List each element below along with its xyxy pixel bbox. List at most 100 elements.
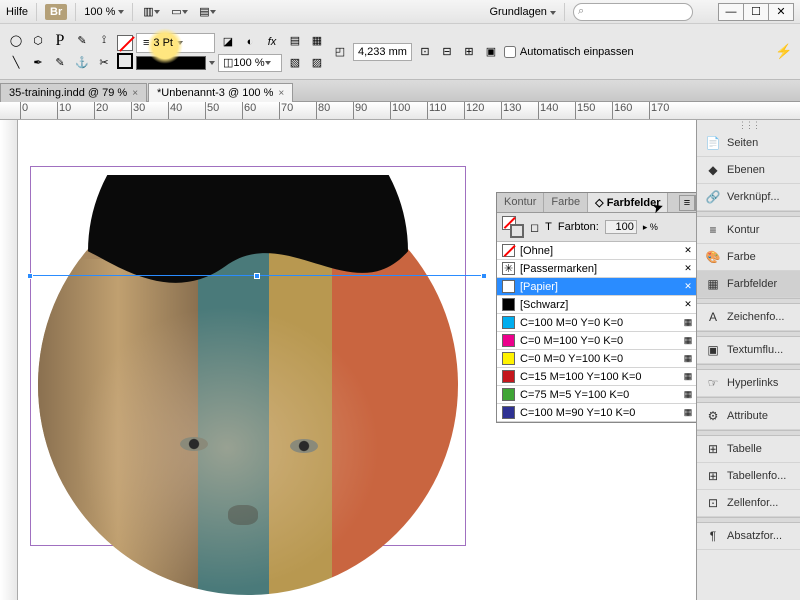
auto-fit-checkbox[interactable]: Automatisch einpassen [504, 46, 634, 58]
corner-options-icon[interactable]: ◰ [330, 42, 350, 62]
document-tab[interactable]: 35-training.indd @ 79 %× [0, 83, 147, 102]
lock-icon: ▦ [682, 335, 694, 347]
panel-icon: ⊞ [705, 441, 721, 457]
panel-collapse-icon[interactable]: ▸ [695, 195, 696, 211]
swatch-row[interactable]: C=15 M=100 Y=100 K=0▦◪ [497, 368, 696, 386]
fit-frame-icon[interactable]: ⊟ [437, 42, 457, 62]
ellipse-tool-icon[interactable]: ◯ [6, 31, 26, 51]
lock-icon: ✕ [682, 299, 694, 311]
swatch-name: C=100 M=90 Y=10 K=0 [520, 407, 677, 419]
dock-panel-hyperlinks[interactable]: ☞Hyperlinks [697, 370, 800, 397]
stroke-weight-input[interactable]: ≡3 Pt [136, 33, 215, 53]
measure-icon[interactable]: ⟟ [94, 31, 114, 51]
dock-panel-tabelle[interactable]: ⊞Tabelle [697, 436, 800, 463]
bridge-button[interactable]: Br [45, 4, 67, 20]
swatch-chip [502, 388, 515, 401]
swatch-row[interactable]: C=0 M=0 Y=100 K=0▦◪ [497, 350, 696, 368]
stroke-icon[interactable] [117, 53, 133, 69]
lock-icon: ▦ [682, 317, 694, 329]
tab-kontur[interactable]: Kontur [497, 193, 544, 212]
scale-input[interactable]: ◫ 100 % [218, 54, 282, 72]
dock-panel-verknpf[interactable]: 🔗Verknüpf... [697, 184, 800, 211]
scissors-icon[interactable]: ✂ [94, 53, 114, 73]
swatch-chip [502, 352, 515, 365]
tint-input[interactable] [605, 220, 637, 234]
swatch-row[interactable]: [Schwarz]✕◪ [497, 296, 696, 314]
view-options-icon[interactable]: ▥ [141, 2, 161, 22]
text-format-icon[interactable]: T [545, 221, 552, 233]
help-menu[interactable]: Hilfe [6, 6, 28, 18]
dock-panel-textumflu[interactable]: ▣Textumflu... [697, 337, 800, 364]
swatch-name: C=0 M=0 Y=100 K=0 [520, 353, 677, 365]
swatch-row[interactable]: C=75 M=5 Y=100 K=0▦◪ [497, 386, 696, 404]
close-icon[interactable]: × [278, 88, 284, 99]
workspace-dropdown[interactable]: Grundlagen [489, 6, 556, 18]
panel-icon: 📄 [705, 135, 721, 151]
fill-frame-icon[interactable]: ▣ [481, 42, 501, 62]
swatch-name: C=0 M=100 Y=0 K=0 [520, 335, 677, 347]
swatch-row[interactable]: C=0 M=100 Y=0 K=0▦◪ [497, 332, 696, 350]
dock-panel-kontur[interactable]: ≡Kontur [697, 217, 800, 244]
text-wrap-none-icon[interactable]: ▤ [285, 31, 305, 51]
dock-panel-zeichenfo[interactable]: AZeichenfo... [697, 304, 800, 331]
type-tool-icon[interactable]: P [50, 31, 70, 51]
chevron-down-icon [118, 10, 124, 14]
lock-icon: ▦ [682, 407, 694, 419]
pencil-icon[interactable]: ✎ [50, 53, 70, 73]
dock-panel-absatzfor[interactable]: ¶Absatzfor... [697, 523, 800, 550]
dock-grip[interactable] [697, 120, 800, 130]
dock-panel-seiten[interactable]: 📄Seiten [697, 130, 800, 157]
minimize-button[interactable]: — [718, 3, 744, 21]
text-wrap-bound-icon[interactable]: ▦ [307, 31, 327, 51]
swatch-row[interactable]: [Passermarken]✕✛ [497, 260, 696, 278]
dock-panel-farbe[interactable]: 🎨Farbe [697, 244, 800, 271]
close-button[interactable]: ✕ [768, 3, 794, 21]
lock-icon: ▦ [682, 371, 694, 383]
fill-none-icon[interactable] [117, 35, 133, 51]
fit-content-icon[interactable]: ⊡ [415, 42, 435, 62]
screen-mode-icon[interactable]: ▭ [169, 2, 189, 22]
eyedropper-icon[interactable]: ✎ [72, 31, 92, 51]
dock-panel-attribute[interactable]: ⚙Attribute [697, 403, 800, 430]
dock-panel-ebenen[interactable]: ◆Ebenen [697, 157, 800, 184]
tab-farbe[interactable]: Farbe [544, 193, 588, 212]
tab-farbfelder[interactable]: ◇ Farbfelder [588, 193, 668, 212]
swatch-chip [502, 262, 515, 275]
arrange-icon[interactable]: ▤ [197, 2, 217, 22]
dock-panel-farbfelder[interactable]: ▦Farbfelder [697, 271, 800, 298]
close-icon[interactable]: × [132, 88, 138, 99]
swatch-row[interactable]: [Ohne]✕☐ [497, 242, 696, 260]
maximize-button[interactable]: ☐ [743, 3, 769, 21]
panel-icon: ⚙ [705, 408, 721, 424]
center-content-icon[interactable]: ⊞ [459, 42, 479, 62]
swatch-row[interactable]: [Papier]✕◪ [497, 278, 696, 296]
pen-tool-icon[interactable]: ✒ [28, 53, 48, 73]
swatch-row[interactable]: C=100 M=0 Y=0 K=0▦◪ [497, 314, 696, 332]
corner-size-input[interactable]: 4,233 mm [353, 43, 412, 61]
swatch-name: [Ohne] [520, 245, 677, 257]
zoom-dropdown[interactable]: 100 % [84, 6, 124, 18]
document-tab[interactable]: *Unbenannt-3 @ 100 %× [148, 83, 293, 102]
quick-apply-icon[interactable]: ⚡ [774, 42, 794, 62]
anchor-icon[interactable]: ⚓ [72, 53, 92, 73]
swatch-name: C=75 M=5 Y=100 K=0 [520, 389, 677, 401]
lock-icon: ✕ [682, 263, 694, 275]
dock-panel-tabellenfo[interactable]: ⊞Tabellenfo... [697, 463, 800, 490]
swatch-row[interactable]: C=100 M=90 Y=10 K=0▦◪ [497, 404, 696, 422]
swatch-name: C=100 M=0 Y=0 K=0 [520, 317, 677, 329]
container-format-icon[interactable]: ◻ [530, 221, 539, 234]
stroke-style-dropdown[interactable] [136, 56, 206, 70]
line-tool-icon[interactable]: ╲ [6, 53, 26, 73]
opacity-icon[interactable]: ◐ [240, 32, 260, 52]
text-wrap-jump-icon[interactable]: ▨ [307, 53, 327, 73]
black-wave-shape[interactable] [38, 175, 458, 335]
drop-shadow-icon[interactable]: ◪ [218, 32, 238, 52]
canvas[interactable]: Kontur Farbe ◇ Farbfelder ▸ ≡ ◻ T Farbto… [18, 120, 696, 600]
panel-menu-icon[interactable]: ≡ [679, 195, 695, 211]
polygon-tool-icon[interactable]: ⬡ [28, 31, 48, 51]
fx-icon[interactable]: fx [262, 32, 282, 52]
text-wrap-shape-icon[interactable]: ▧ [285, 53, 305, 73]
search-input[interactable]: ⌕ [573, 3, 693, 21]
fill-stroke-proxy[interactable] [502, 216, 524, 238]
dock-panel-zellenfor[interactable]: ⊡Zellenfor... [697, 490, 800, 517]
